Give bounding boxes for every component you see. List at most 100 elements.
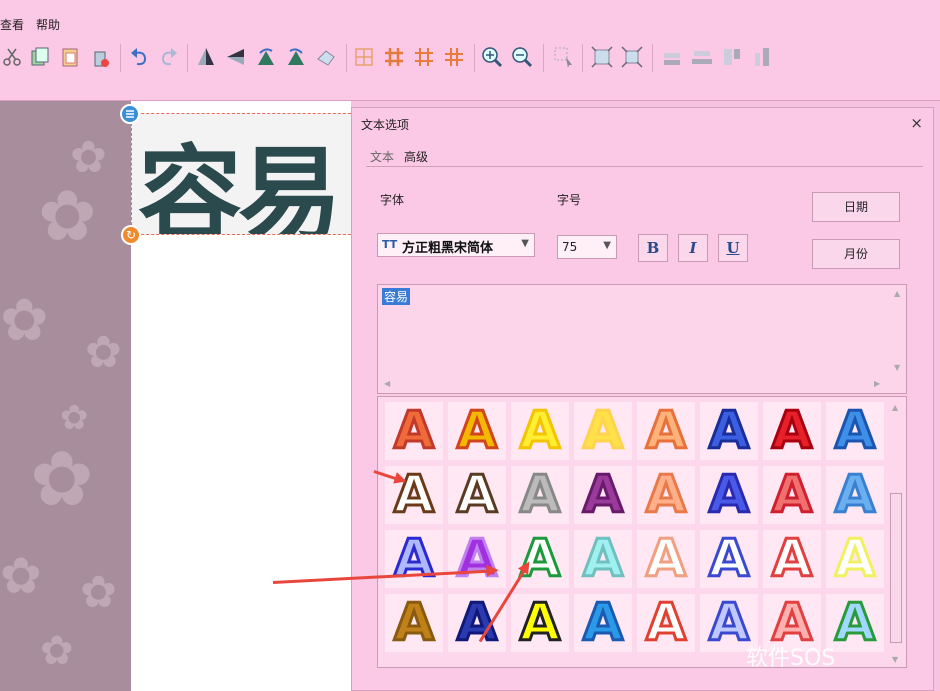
flip-horizontal-icon[interactable] (224, 45, 248, 69)
text-style-option[interactable]: A (826, 529, 884, 590)
scroll-thumb[interactable] (890, 493, 902, 643)
text-style-option[interactable]: A (637, 465, 695, 526)
gallery-scrollbar[interactable]: ▲ ▼ (886, 397, 906, 667)
toolbar-separator (346, 44, 347, 72)
shape-icon[interactable] (314, 45, 338, 69)
fit-page-icon[interactable] (590, 45, 614, 69)
tab-advanced[interactable]: 高级 (400, 148, 432, 165)
menu-view[interactable]: 查看 (0, 16, 24, 33)
italic-button[interactable]: I (678, 234, 708, 262)
rotate-handle-icon[interactable]: ↻ (121, 225, 141, 245)
paste-icon[interactable] (58, 45, 82, 69)
text-style-option[interactable]: A (448, 593, 506, 654)
chevron-down-icon: ▼ (603, 240, 611, 251)
hash-icon[interactable] (442, 45, 466, 69)
rotate-left-icon[interactable] (254, 45, 278, 69)
flower-pattern-icon: ✿ (60, 398, 89, 438)
redo-icon[interactable] (157, 45, 181, 69)
text-style-option[interactable]: A (574, 465, 632, 526)
text-style-option[interactable]: A (763, 529, 821, 590)
copy-icon[interactable] (28, 45, 52, 69)
tab-text[interactable]: 文本 (366, 148, 398, 165)
date-button[interactable]: 日期 (812, 192, 900, 222)
size-label: 字号 (557, 193, 582, 207)
text-style-option[interactable]: A (511, 593, 569, 654)
text-style-option[interactable]: A (385, 401, 443, 462)
watermark: 软件SOS (746, 646, 836, 671)
scroll-down-icon[interactable]: ▼ (894, 363, 900, 372)
hash-grid-icon[interactable] (382, 45, 406, 69)
text-style-option[interactable]: A (637, 593, 695, 654)
text-style-option[interactable]: A (385, 465, 443, 526)
rotate-right-icon[interactable] (284, 45, 308, 69)
scroll-up-icon[interactable]: ▲ (892, 403, 898, 412)
object-menu-handle-icon[interactable] (120, 104, 140, 124)
text-style-option[interactable]: A (448, 529, 506, 590)
dialog-title: 文本选项 (361, 118, 410, 132)
fit-selection-icon[interactable] (620, 45, 644, 69)
text-style-option[interactable]: A (700, 529, 758, 590)
flower-pattern-icon: ✿ (30, 434, 94, 523)
text-style-option[interactable]: A (574, 401, 632, 462)
toolbar-separator (120, 44, 121, 72)
text-style-option[interactable]: A (700, 401, 758, 462)
align-columns-icon[interactable] (750, 45, 774, 69)
text-style-option[interactable]: A (826, 401, 884, 462)
underline-button[interactable]: U (718, 234, 748, 262)
flower-pattern-icon: ✿ (0, 547, 42, 605)
toolbar-separator (474, 44, 475, 72)
delete-icon[interactable] (88, 45, 112, 69)
canvas-pattern-background: ✿ ✿ ✿ ✿ ✿ ✿ ✿ ✿ ✿ (0, 101, 131, 691)
font-label: 字体 (380, 193, 405, 207)
flower-pattern-icon: ✿ (70, 132, 107, 183)
truetype-font-icon: TT (382, 238, 398, 251)
text-style-option[interactable]: A (700, 465, 758, 526)
text-style-option[interactable]: A (637, 401, 695, 462)
toolbar-separator (582, 44, 583, 72)
flower-pattern-icon: ✿ (85, 327, 122, 378)
zoom-out-icon[interactable] (510, 45, 534, 69)
text-style-option[interactable]: A (448, 465, 506, 526)
scroll-up-icon[interactable]: ▲ (894, 289, 900, 298)
text-object-frame[interactable]: 容易 (131, 113, 356, 235)
bold-button[interactable]: B (638, 234, 668, 262)
text-style-option[interactable]: A (511, 401, 569, 462)
select-pointer-icon[interactable] (552, 45, 576, 69)
selected-text[interactable]: 容易 (382, 288, 411, 305)
text-style-option[interactable]: A (826, 465, 884, 526)
text-style-option[interactable]: A (763, 401, 821, 462)
text-style-option[interactable]: A (385, 529, 443, 590)
flower-pattern-icon: ✿ (80, 567, 117, 618)
text-style-option[interactable]: A (385, 593, 443, 654)
scroll-left-icon[interactable]: ◀ (384, 379, 390, 388)
scroll-down-icon[interactable]: ▼ (892, 655, 898, 664)
flower-pattern-icon: ✿ (38, 175, 97, 257)
text-content-input[interactable]: 容易 ▲ ▼ ◀ ▶ (377, 284, 907, 394)
text-style-option[interactable]: A (574, 529, 632, 590)
frame-grid-icon[interactable] (412, 45, 436, 69)
text-style-option[interactable]: A (511, 465, 569, 526)
menu-help[interactable]: 帮助 (36, 16, 60, 33)
text-style-option[interactable]: A (637, 529, 695, 590)
menu-bar: 查看 帮助 (0, 0, 940, 36)
align-top-icon[interactable] (720, 45, 744, 69)
scroll-right-icon[interactable]: ▶ (874, 379, 880, 388)
text-style-option[interactable]: A (448, 401, 506, 462)
align-bottom-icon[interactable] (660, 45, 684, 69)
font-family-select[interactable]: TT 方正粗黑宋简体 ▼ (377, 233, 535, 257)
month-button[interactable]: 月份 (812, 239, 900, 269)
font-size-select[interactable]: 75 ▼ (557, 235, 617, 259)
grid-icon[interactable] (352, 45, 376, 69)
text-style-option[interactable]: A (574, 593, 632, 654)
close-icon[interactable]: × (910, 114, 923, 132)
cut-icon[interactable] (0, 45, 24, 69)
align-middle-icon[interactable] (690, 45, 714, 69)
canvas-text[interactable]: 容易 (138, 114, 342, 234)
font-size-value: 75 (562, 240, 578, 254)
zoom-in-icon[interactable] (480, 45, 504, 69)
toolbar-separator (187, 44, 188, 72)
undo-icon[interactable] (127, 45, 151, 69)
text-scrollbar[interactable]: ▲ ▼ (890, 285, 906, 377)
text-style-option[interactable]: A (763, 465, 821, 526)
flip-vertical-icon[interactable] (194, 45, 218, 69)
